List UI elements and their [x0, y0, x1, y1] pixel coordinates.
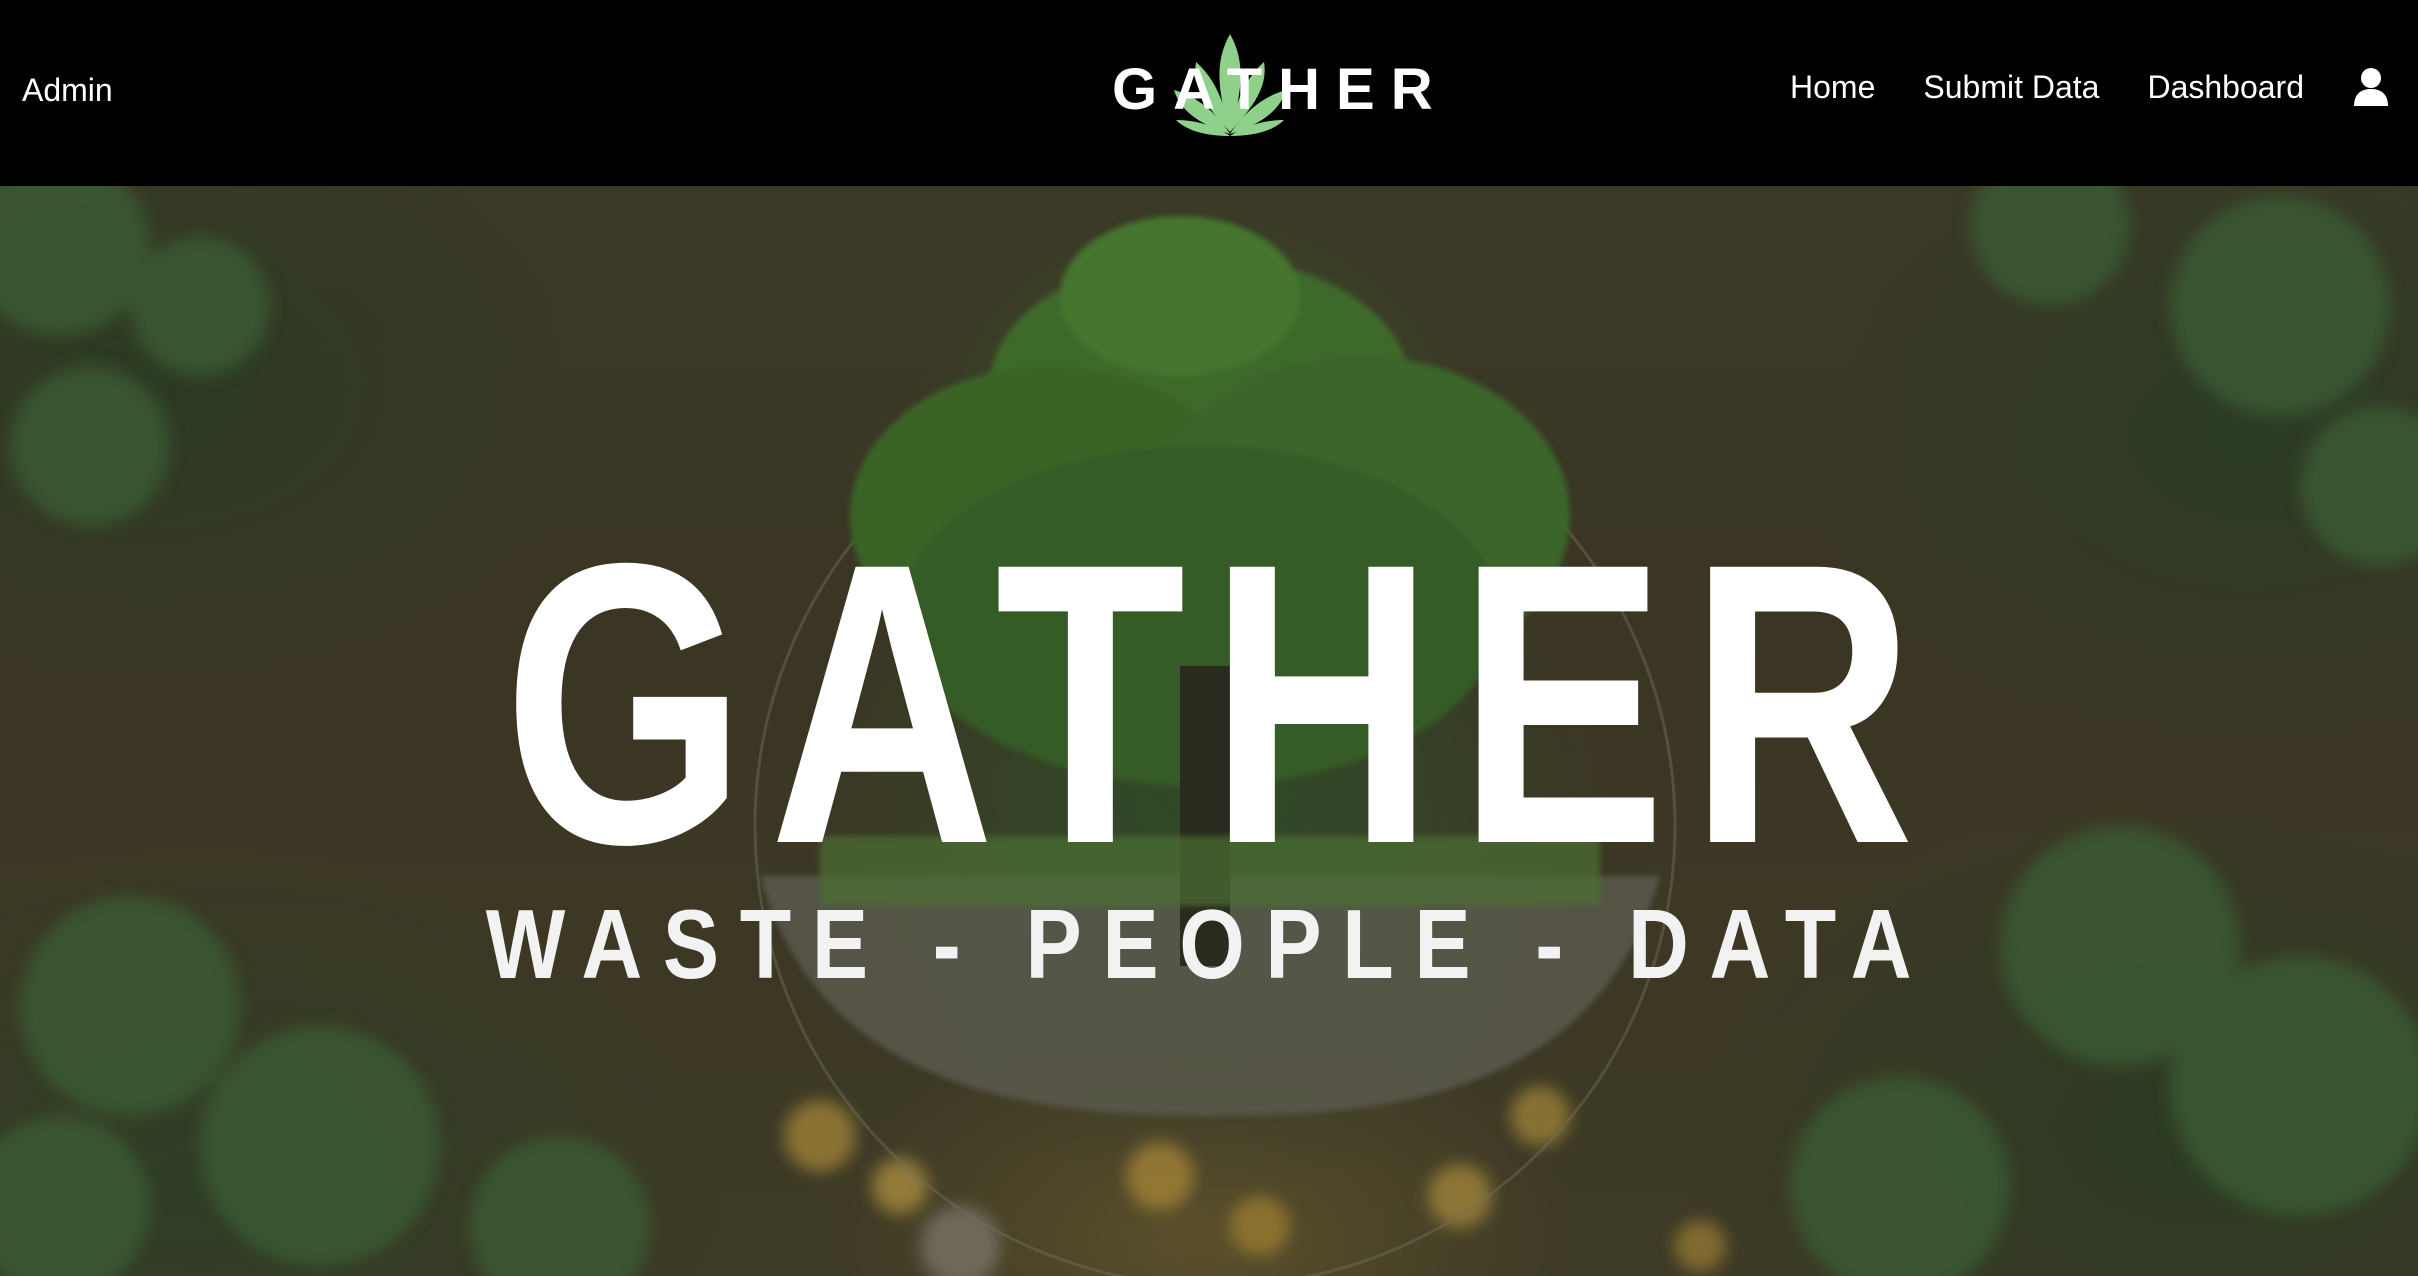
hero-subtitle: WASTE - PEOPLE - DATA [485, 889, 1933, 999]
admin-link[interactable]: Admin [22, 72, 113, 109]
nav-submit-data-link[interactable]: Submit Data [1923, 69, 2099, 106]
hero-banner: GATHER WASTE - PEOPLE - DATA [0, 186, 2418, 1276]
nav-dashboard-link[interactable]: Dashboard [2147, 69, 2304, 106]
logo-text: GATHER [1112, 57, 1449, 122]
user-icon[interactable] [2352, 67, 2390, 107]
nav-links: Home Submit Data Dashboard [1790, 62, 2390, 112]
hero-title: GATHER [503, 480, 1938, 927]
top-navbar: Admin GATHER Home Submit Data Dashboard [0, 0, 2418, 186]
gather-logo[interactable]: GATHER [1100, 28, 1449, 140]
nav-home-link[interactable]: Home [1790, 69, 1875, 106]
